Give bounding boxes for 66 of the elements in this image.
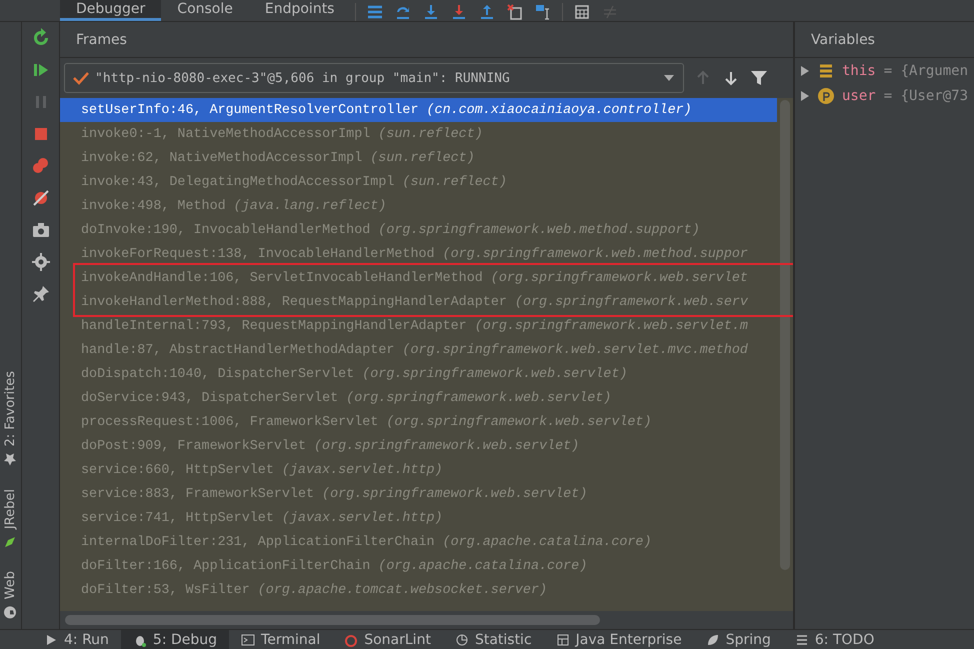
expand-arrow-icon — [800, 90, 810, 102]
stack-frame-row[interactable]: invokeHandlerMethod:888, RequestMappingHandlerAdapter (org.springframework.web.serv — [60, 290, 777, 314]
play-icon — [44, 632, 58, 646]
panel-tab[interactable]: Endpoints — [248, 0, 350, 21]
caret-icon — [663, 74, 675, 82]
stack-frame-row[interactable]: doPost:909, FrameworkServlet (org.springframework.web.servlet) — [60, 434, 777, 458]
stack-frame-row[interactable]: handle:87, AbstractHandlerMethodAdapter (org.springframework.web.servlet.mvc.method — [60, 338, 777, 362]
scrollbar-thumb[interactable] — [65, 615, 600, 625]
stack-frame-row[interactable]: doInvoke:190, InvocableHandlerMethod (org.springframework.web.method.support) — [60, 218, 777, 242]
panel-title: Variables — [795, 22, 974, 58]
thread-dropdown[interactable]: "http-nio-8080-exec-3"@5,606 in group "main": RUNNING — [64, 63, 684, 93]
filter-icon[interactable] — [750, 69, 768, 87]
check-icon — [73, 71, 89, 85]
stack-frame-row[interactable]: processRequest:1006, FrameworkServlet (org.springframework.web.servlet) — [60, 410, 777, 434]
stack-frame-row[interactable]: invoke0:-1, NativeMethodAccessorImpl (sun.reflect) — [60, 122, 777, 146]
variable-row[interactable]: user = {User@73 — [795, 83, 974, 108]
panel-tab[interactable]: Debugger — [60, 0, 162, 21]
stack-frame-row[interactable]: invoke:498, Method (java.lang.reflect) — [60, 194, 777, 218]
stack-frame-row[interactable]: internalDoFilter:231, ApplicationFilterChain (org.apache.catalina.core) — [60, 530, 777, 554]
tool-window-label[interactable]: JRebel — [3, 488, 18, 529]
list-icon — [794, 632, 809, 646]
leaf-icon — [706, 632, 720, 646]
settings-icon[interactable] — [30, 252, 50, 272]
star-icon — [4, 452, 18, 466]
stack-frame-row[interactable]: doService:943, DispatcherServlet (org.springframework.web.servlet) — [60, 386, 777, 410]
tool-window-tab[interactable]: 6: TODO — [782, 630, 886, 649]
terminal-icon — [241, 632, 256, 646]
expand-arrow-icon — [800, 64, 810, 76]
calculator-icon[interactable] — [573, 3, 592, 21]
table-icon — [556, 632, 570, 646]
pie-icon — [454, 632, 469, 646]
sonar-icon — [344, 632, 358, 646]
breakpoints-icon[interactable] — [30, 156, 50, 176]
stack-frame-row[interactable]: invoke:62, NativeMethodAccessorImpl (sun.reflect) — [60, 146, 777, 170]
stack-frame-row[interactable]: invokeForRequest:138, InvocableHandlerMethod (org.springframework.web.method.suppor — [60, 242, 777, 266]
tool-window-tab[interactable]: SonarLint — [332, 630, 443, 649]
stack-frame-row[interactable]: setUserInfo:46, ArgumentResolverController (cn.com.xiaocainiaoya.controller) — [60, 98, 777, 122]
globe-icon — [4, 605, 18, 619]
camera-icon[interactable] — [30, 220, 50, 240]
tool-window-tab[interactable]: Terminal — [229, 630, 332, 649]
tool-window-tab[interactable]: Statistic — [442, 630, 544, 649]
scrollbar-thumb[interactable] — [780, 100, 790, 570]
mute-breakpoints-icon[interactable] — [30, 188, 50, 208]
panel-tab[interactable]: Console — [161, 0, 249, 21]
stack-icon[interactable] — [366, 3, 384, 21]
stack-frame-row[interactable]: doDispatch:1040, DispatcherServlet (org.springframework.web.servlet) — [60, 362, 777, 386]
tool-window-tab[interactable]: 4: Run — [32, 630, 121, 649]
tool-window-tab[interactable]: Spring — [694, 630, 783, 649]
stack-frame-row[interactable]: doFilter:53, WsFilter (org.apache.tomcat.websocket.server) — [60, 578, 777, 602]
stack-frame-row[interactable]: service:883, FrameworkServlet (org.springframework.web.servlet) — [60, 482, 777, 506]
stack-frame-row[interactable]: service:741, HttpServlet (javax.servlet.http) — [60, 506, 777, 530]
panel-title: Frames — [60, 22, 793, 58]
stack-frame-row[interactable]: handleInternal:793, RequestMappingHandlerAdapter (org.springframework.web.servlet.m — [60, 314, 777, 338]
drop-frame-icon[interactable] — [506, 3, 524, 21]
stack-frame-row[interactable]: invoke:43, DelegatingMethodAccessorImpl (sun.reflect) — [60, 170, 777, 194]
tool-window-tab[interactable]: 5: Debug — [120, 630, 230, 649]
tool-window-tab[interactable]: Java Enterprise — [544, 630, 694, 649]
stack-frame-row[interactable]: service:660, HttpServlet (javax.servlet.http) — [60, 458, 777, 482]
parameter-icon — [818, 88, 834, 104]
stack-frame-row[interactable]: invokeAndHandle:106, ServletInvocableHandlerMethod (org.springframework.web.servlet — [60, 266, 777, 290]
field-icon — [818, 62, 834, 78]
stack-frame-row[interactable]: doFilter:166, ApplicationFilterChain (org.apache.catalina.core) — [60, 554, 777, 578]
tool-window-label[interactable]: Web — [3, 570, 18, 599]
tool-window-label[interactable]: 2: Favorites — [3, 370, 18, 446]
pin-icon[interactable] — [30, 284, 50, 304]
variable-row[interactable]: this = {Argumen — [795, 58, 974, 83]
